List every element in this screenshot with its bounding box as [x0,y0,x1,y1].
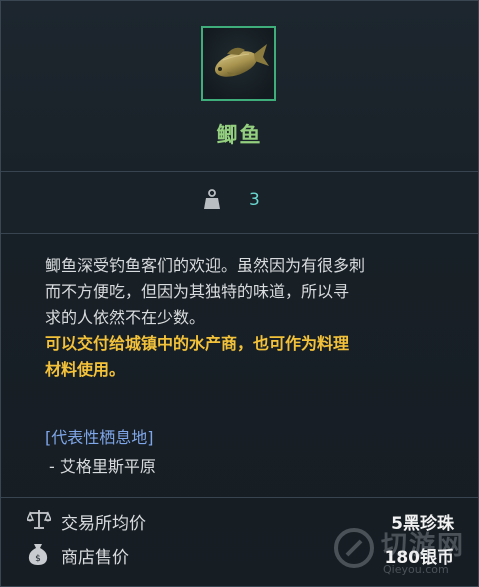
fish-icon [214,44,269,77]
item-header: 鲫鱼 [1,1,478,171]
watermark-text: 切游网 [381,531,466,561]
habitat-item: - 艾格里斯平原 [49,457,156,476]
weight-icon [204,189,220,209]
description-line: 鲫鱼深受钓鱼客们的欢迎。虽然因为有很多刺 [45,256,366,275]
scales-icon [27,510,51,529]
item-tooltip-panel: 鲫鱼 3 鲫鱼深受钓鱼客们的欢迎。虽然因为有很多刺 而不方便吃，但因为其独特的味… [0,0,479,587]
item-icon-frame[interactable] [201,26,276,101]
price-divider [1,497,478,498]
weight-row [1,172,478,233]
usage-line: 可以交付给城镇中的水产商，也可作为料理 [45,334,350,353]
watermark-sub: Qieyou.com [383,563,449,576]
site-watermark: 切游网 Qieyou.com [333,523,473,583]
item-description: 鲫鱼深受钓鱼客们的欢迎。虽然因为有很多刺 而不方便吃，但因为其独特的味道，所以寻… [45,253,455,331]
watermark-logo-icon [334,528,374,568]
usage-line: 材料使用。 [45,360,126,379]
weight-value: 3 [249,190,260,210]
description-line: 而不方便吃，但因为其独特的味道，所以寻 [45,282,350,301]
description-line: 求的人依然不在少数。 [45,308,206,327]
item-name: 鲫鱼 [216,123,263,147]
money-bag-icon: $ [28,544,48,565]
habitat-title: [代表性栖息地] [45,428,154,447]
exchange-price-label: 交易所均价 [61,514,146,534]
svg-text:$: $ [35,554,41,564]
weight-divider [1,233,478,234]
shop-price-label: 商店售价 [61,548,129,568]
item-usage-note: 可以交付给城镇中的水产商，也可作为料理 材料使用。 [45,331,455,383]
